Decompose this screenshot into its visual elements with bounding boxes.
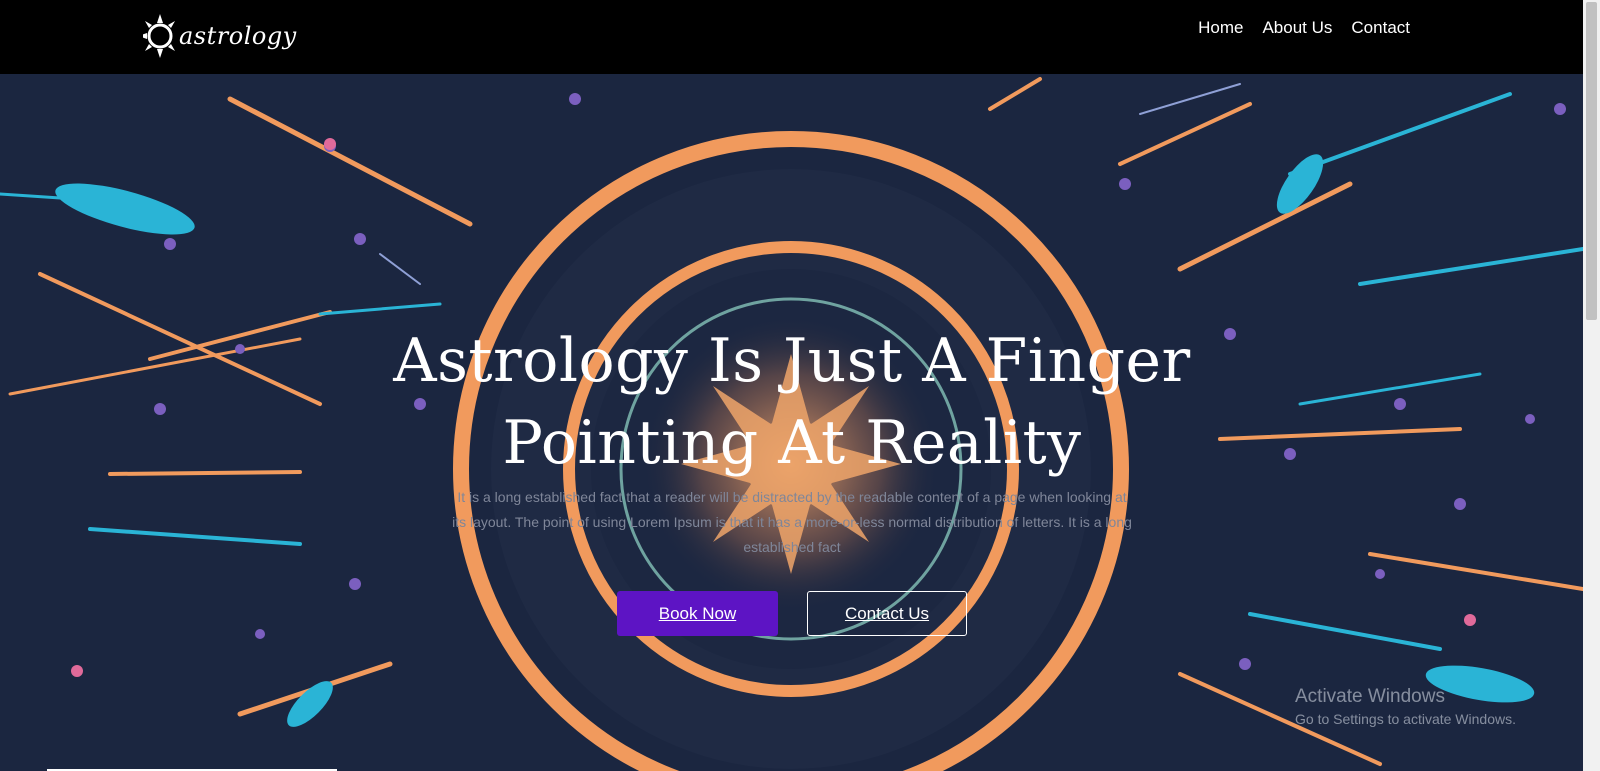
nav-about-us[interactable]: About Us: [1262, 18, 1332, 38]
hero-title: Astrology Is Just A Finger Pointing At R…: [392, 320, 1192, 484]
hero-subtitle: It is a long established fact that a rea…: [452, 489, 1132, 555]
logo-text: astrology: [179, 22, 297, 50]
watermark-subtitle: Go to Settings to activate Windows.: [1295, 711, 1516, 727]
logo[interactable]: astrology: [143, 10, 297, 62]
hero: Astrology Is Just A Finger Pointing At R…: [0, 74, 1583, 771]
book-now-button[interactable]: Book Now: [617, 591, 778, 636]
nav-contact[interactable]: Contact: [1351, 18, 1410, 38]
hero-title-line-1: Astrology Is Just A Finger: [393, 326, 1191, 396]
hero-title-line-2: Pointing At Reality: [502, 408, 1082, 478]
sun-icon: [143, 14, 175, 58]
nav-home[interactable]: Home: [1198, 18, 1243, 38]
scrollbar-thumb[interactable]: [1586, 2, 1597, 320]
navbar: astrology Home About Us Contact: [0, 0, 1583, 74]
watermark-title: Activate Windows: [1295, 686, 1445, 707]
activate-windows-watermark: Activate Windows Go to Settings to activ…: [1295, 686, 1516, 727]
main-nav: Home About Us Contact: [1198, 18, 1410, 38]
contact-us-button[interactable]: Contact Us: [807, 591, 967, 636]
page-scrollbar[interactable]: [1583, 0, 1600, 771]
